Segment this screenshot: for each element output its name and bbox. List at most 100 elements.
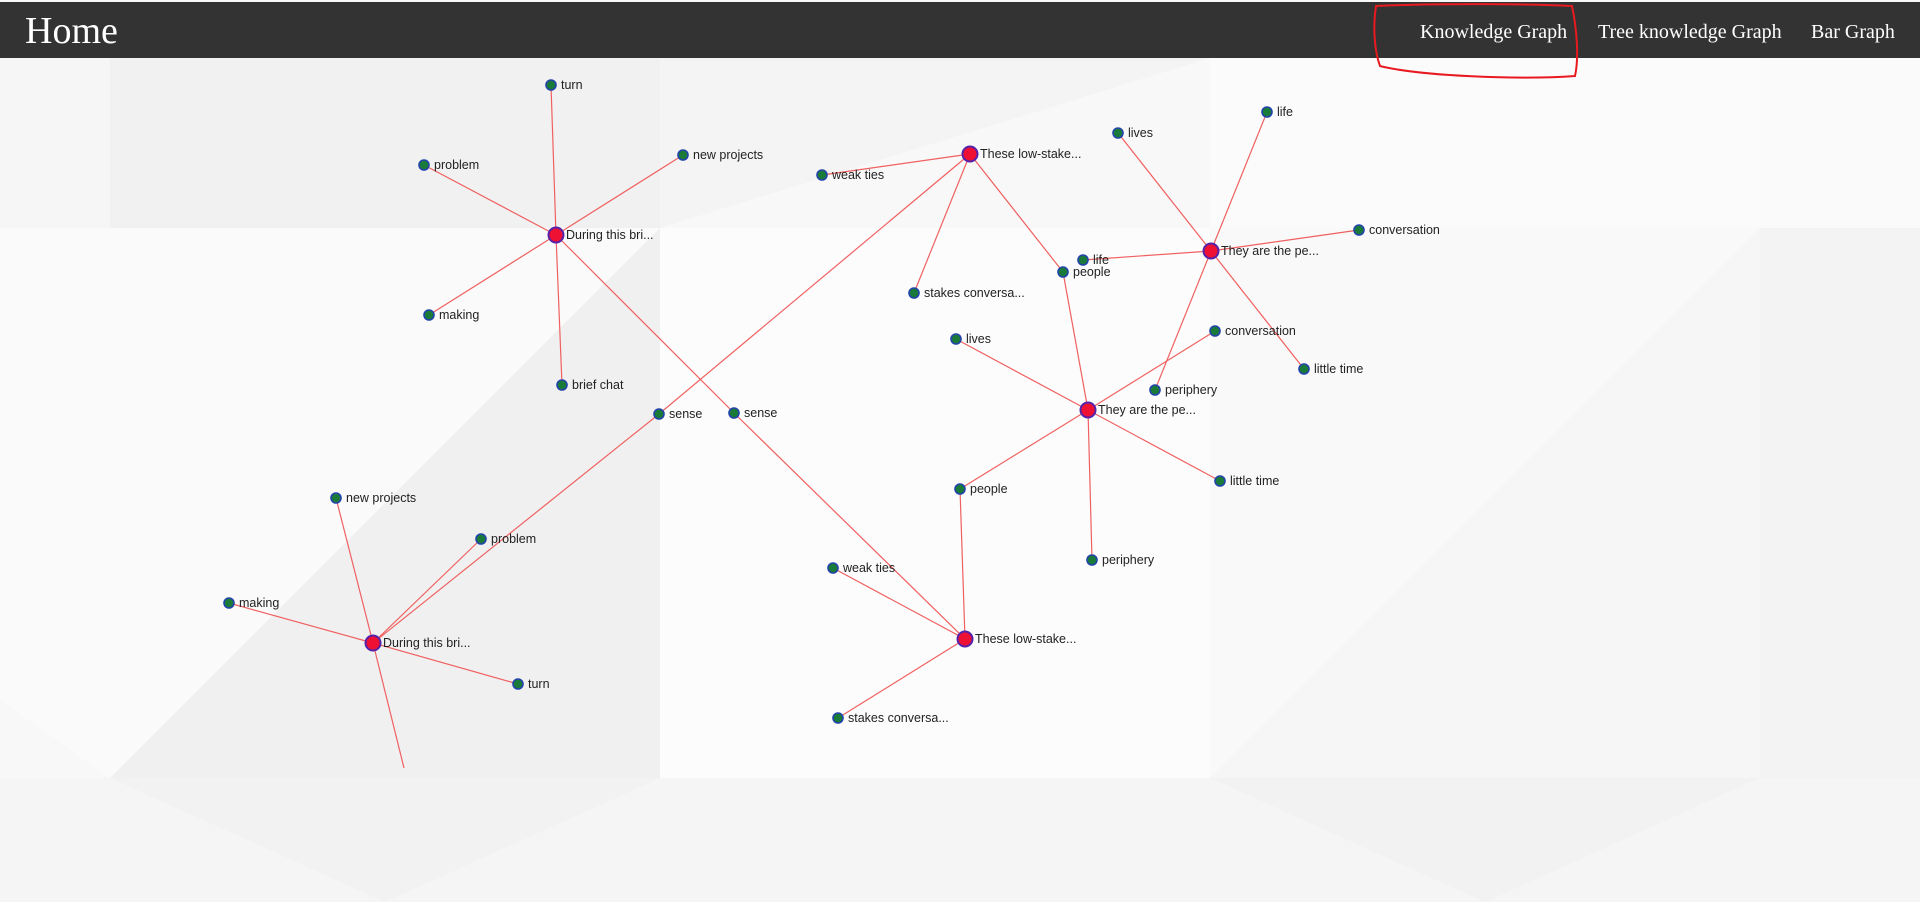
node-label: periphery <box>1165 383 1218 397</box>
graph-edge <box>959 488 966 640</box>
graph-edge <box>832 567 966 640</box>
graph-node-leaf[interactable]: sense <box>653 407 702 421</box>
graph-node-main[interactable]: They are the pe... <box>1079 401 1196 419</box>
node-circle[interactable] <box>816 169 828 181</box>
nav-tree-knowledge-graph[interactable]: Tree knowledge Graph <box>1598 19 1782 45</box>
nav-knowledge-graph[interactable]: Knowledge Graph <box>1420 19 1567 45</box>
node-circle[interactable] <box>545 79 557 91</box>
graph-edge <box>733 412 966 640</box>
node-circle[interactable] <box>423 309 435 321</box>
graph-node-leaf[interactable]: sense <box>728 406 777 420</box>
node-circle[interactable] <box>1353 224 1365 236</box>
node-circle[interactable] <box>832 712 844 724</box>
node-circle[interactable] <box>954 483 966 495</box>
node-circle[interactable] <box>1298 363 1310 375</box>
graph-edges <box>228 84 1360 769</box>
node-label: turn <box>561 78 583 92</box>
node-circle[interactable] <box>1149 384 1161 396</box>
node-circle[interactable] <box>950 333 962 345</box>
graph-node-leaf[interactable]: stakes conversa... <box>832 711 949 725</box>
graph-node-leaf[interactable]: life <box>1261 105 1293 119</box>
graph-node-leaf[interactable]: new projects <box>330 491 416 505</box>
node-label: turn <box>528 677 550 691</box>
node-label: people <box>1073 265 1111 279</box>
graph-edge <box>913 153 971 294</box>
node-label: conversation <box>1369 223 1440 237</box>
graph-node-leaf[interactable]: problem <box>418 158 479 172</box>
node-circle[interactable] <box>1202 242 1220 260</box>
node-circle[interactable] <box>556 379 568 391</box>
graph-node-leaf[interactable]: problem <box>475 532 536 546</box>
node-circle[interactable] <box>653 408 665 420</box>
graph-node-leaf[interactable]: little time <box>1214 474 1279 488</box>
graph-edge <box>959 409 1089 490</box>
graph-node-main[interactable]: During this bri... <box>364 634 471 652</box>
node-circle[interactable] <box>1086 554 1098 566</box>
graph-edge <box>955 338 1089 411</box>
graph-node-leaf[interactable]: making <box>423 308 479 322</box>
graph-node-leaf[interactable]: lives <box>950 332 991 346</box>
node-label: These low-stake... <box>975 632 1076 646</box>
graph-node-leaf[interactable]: making <box>223 596 279 610</box>
graph-node-leaf[interactable]: lives <box>1112 126 1153 140</box>
graph-node-leaf[interactable]: periphery <box>1149 383 1218 397</box>
graph-node-leaf[interactable]: turn <box>545 78 583 92</box>
node-label: new projects <box>693 148 763 162</box>
node-circle[interactable] <box>728 407 740 419</box>
node-label: These low-stake... <box>980 147 1081 161</box>
node-circle[interactable] <box>1057 266 1069 278</box>
node-circle[interactable] <box>475 533 487 545</box>
graph-edge <box>969 153 1064 273</box>
node-circle[interactable] <box>547 226 565 244</box>
graph-node-leaf[interactable]: new projects <box>677 148 763 162</box>
graph-node-leaf[interactable]: people <box>954 482 1008 496</box>
graph-node-main[interactable]: They are the pe... <box>1202 242 1319 260</box>
node-label: people <box>970 482 1008 496</box>
node-label: little time <box>1314 362 1363 376</box>
home-link[interactable]: Home <box>25 8 118 54</box>
graph-node-leaf[interactable]: periphery <box>1086 553 1155 567</box>
graph-node-leaf[interactable]: life <box>1077 253 1109 267</box>
graph-node-leaf[interactable]: brief chat <box>556 378 624 392</box>
graph-edge <box>1062 271 1089 411</box>
graph-node-leaf[interactable]: little time <box>1298 362 1363 376</box>
graph-node-main[interactable]: These low-stake... <box>961 145 1082 163</box>
graph-node-leaf[interactable]: conversation <box>1209 324 1296 338</box>
node-circle[interactable] <box>908 287 920 299</box>
node-circle[interactable] <box>827 562 839 574</box>
graph-node-leaf[interactable]: stakes conversa... <box>908 286 1025 300</box>
graph-edge <box>1210 250 1305 370</box>
node-circle[interactable] <box>677 149 689 161</box>
graph-node-leaf[interactable]: weak ties <box>816 168 884 182</box>
node-circle[interactable] <box>1261 106 1273 118</box>
graph-edge <box>428 234 557 316</box>
graph-node-leaf[interactable]: weak ties <box>827 561 895 575</box>
node-circle[interactable] <box>961 145 979 163</box>
nav-bar-graph[interactable]: Bar Graph <box>1811 19 1895 45</box>
node-label: conversation <box>1225 324 1296 338</box>
node-label: weak ties <box>842 561 895 575</box>
graph-node-main[interactable]: These low-stake... <box>956 630 1077 648</box>
graph-edge <box>550 84 557 236</box>
node-circle[interactable] <box>956 630 974 648</box>
node-circle[interactable] <box>418 159 430 171</box>
node-circle[interactable] <box>1077 254 1089 266</box>
node-circle[interactable] <box>1209 325 1221 337</box>
node-circle[interactable] <box>1079 401 1097 419</box>
graph-edge <box>372 642 405 769</box>
node-circle[interactable] <box>223 597 235 609</box>
node-label: sense <box>669 407 702 421</box>
graph-edge <box>1087 330 1216 411</box>
node-circle[interactable] <box>330 492 342 504</box>
graph-node-leaf[interactable]: conversation <box>1353 223 1440 237</box>
node-circle[interactable] <box>364 634 382 652</box>
node-label: stakes conversa... <box>848 711 949 725</box>
node-circle[interactable] <box>1112 127 1124 139</box>
node-label: little time <box>1230 474 1279 488</box>
knowledge-graph[interactable]: During this bri... turn problem new project… <box>0 0 1920 902</box>
node-label: problem <box>434 158 479 172</box>
node-circle[interactable] <box>512 678 524 690</box>
graph-node-leaf[interactable]: people <box>1057 265 1111 279</box>
graph-node-leaf[interactable]: turn <box>512 677 550 691</box>
node-circle[interactable] <box>1214 475 1226 487</box>
